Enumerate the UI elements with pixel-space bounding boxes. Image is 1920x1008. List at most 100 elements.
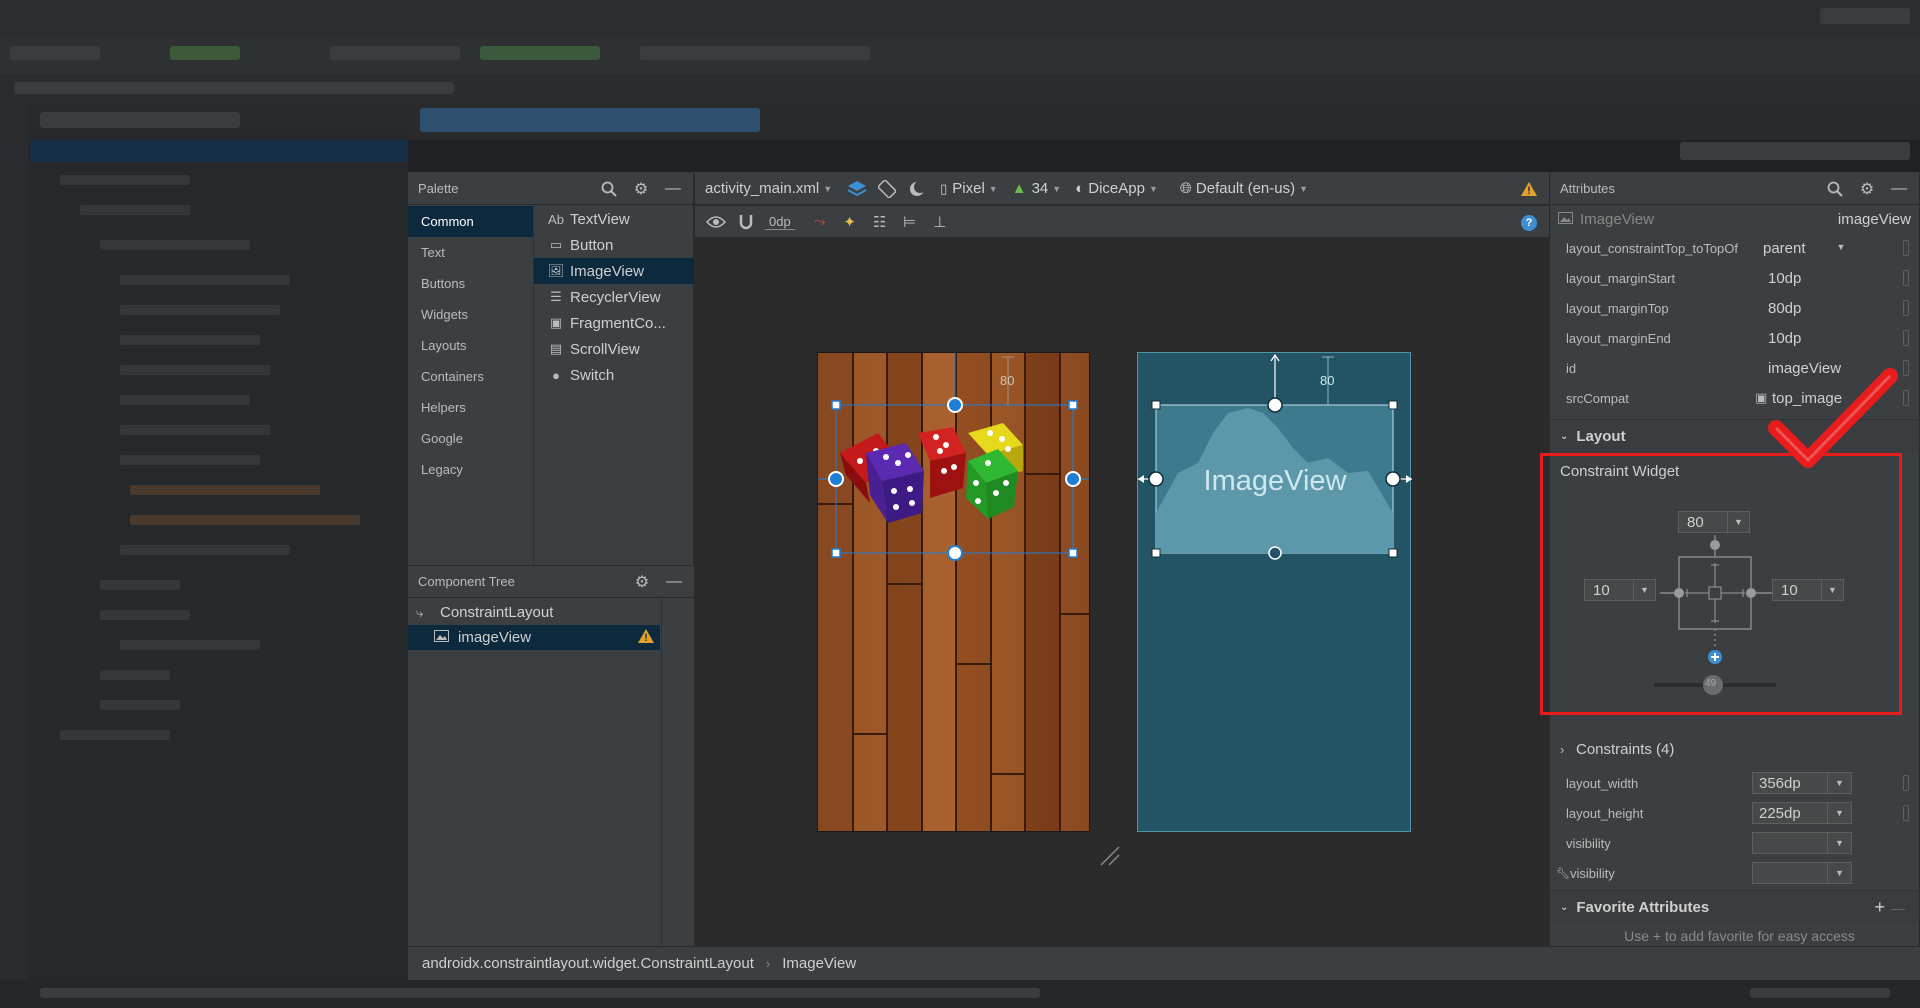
toolbar-blur-1 xyxy=(10,46,100,60)
magnet-icon[interactable] xyxy=(735,211,757,233)
project-tree[interactable] xyxy=(0,130,408,980)
attribute-dropdown[interactable]: ▼ xyxy=(1752,832,1852,854)
constraints-section-header[interactable]: › Constraints (4) xyxy=(1550,734,1919,764)
reference-slot[interactable] xyxy=(1903,270,1909,286)
tree-line xyxy=(100,670,170,680)
breadcrumb-leaf[interactable]: ImageView xyxy=(782,955,856,972)
palette-category-common[interactable]: Common xyxy=(408,206,533,237)
palette-widget-textview[interactable]: Ab TextView xyxy=(534,206,694,232)
attribute-row[interactable]: 🔧︎ visibility ▼ xyxy=(1550,858,1919,888)
attribute-value[interactable]: 80dp xyxy=(1768,300,1801,317)
layers-icon[interactable] xyxy=(846,178,868,200)
orientation-icon[interactable] xyxy=(876,178,898,200)
minimize-icon[interactable]: — xyxy=(1889,179,1909,199)
night-mode-icon[interactable] xyxy=(906,178,928,200)
resize-handle-icon[interactable] xyxy=(1099,845,1121,870)
reference-slot[interactable] xyxy=(1903,805,1909,821)
attribute-row[interactable]: layout_width 356dp ▼ xyxy=(1550,768,1919,798)
widget-icon: ▤ xyxy=(549,341,563,356)
attribute-row[interactable]: layout_height 225dp ▼ xyxy=(1550,798,1919,828)
api-dropdown[interactable]: ▲ 34 ▼ xyxy=(1012,180,1061,197)
toolbar-blur-2 xyxy=(170,46,240,60)
reference-slot[interactable] xyxy=(1903,360,1909,376)
default-margin-field[interactable]: 0dp xyxy=(765,214,795,230)
toolbar-blur-3 xyxy=(330,46,460,60)
palette-widget-recyclerview[interactable]: ☰ RecyclerView xyxy=(534,284,694,310)
palette-category-buttons[interactable]: Buttons xyxy=(408,268,533,299)
file-dropdown[interactable]: activity_main.xml ▼ xyxy=(705,180,832,197)
favorites-section-title: Favorite Attributes xyxy=(1576,899,1710,916)
attribute-dropdown[interactable]: parent ▼ xyxy=(1757,237,1853,259)
tree-item-constraintlayout[interactable]: ⤷ ConstraintLayout xyxy=(408,600,694,625)
attribute-row[interactable]: layout_constraintTop_toTopOf parent ▼ xyxy=(1550,233,1919,263)
palette-category-helpers[interactable]: Helpers xyxy=(408,392,533,423)
device-dropdown[interactable]: ▯ Pixel ▼ xyxy=(940,180,998,197)
component-id: imageView xyxy=(1837,210,1911,228)
phone-icon: ▯ xyxy=(940,180,948,196)
attribute-row[interactable]: layout_marginStart 10dp xyxy=(1550,263,1919,293)
gear-icon[interactable]: ⚙ xyxy=(632,572,652,592)
warning-icon[interactable] xyxy=(1521,182,1537,200)
theme-dropdown[interactable]: ◐ DiceApp ▼ xyxy=(1075,180,1158,197)
align-icon[interactable]: ⊨ xyxy=(899,211,921,233)
palette-widgets: Ab TextView ▭ Button 🖼 ImageView ☰ RecyclerView… xyxy=(533,206,694,565)
palette-category-google[interactable]: Google xyxy=(408,423,533,454)
image-icon: ▣ xyxy=(1755,390,1768,405)
image-icon xyxy=(434,629,452,646)
chevron-down-icon: ⌄ xyxy=(1560,431,1569,442)
eye-icon[interactable] xyxy=(705,211,727,233)
favorites-section-header[interactable]: ⌄ Favorite Attributes + — xyxy=(1550,890,1919,924)
attribute-dropdown[interactable]: ▼ xyxy=(1752,862,1852,884)
breadcrumb-path[interactable]: androidx.constraintlayout.widget.Constra… xyxy=(422,955,754,972)
api-level: 34 xyxy=(1031,180,1049,197)
attribute-dropdown[interactable]: 356dp ▼ xyxy=(1752,772,1852,794)
guidelines-icon[interactable]: ☷ xyxy=(869,211,891,233)
attribute-value[interactable]: 10dp xyxy=(1768,330,1801,347)
remove-icon[interactable]: — xyxy=(1891,900,1905,916)
palette-category-legacy[interactable]: Legacy xyxy=(408,454,533,485)
add-icon[interactable]: + xyxy=(1874,897,1885,918)
search-icon[interactable] xyxy=(599,179,619,199)
clear-constraints-icon[interactable]: ⤳ xyxy=(809,211,831,233)
tree-line xyxy=(120,395,250,405)
gear-icon[interactable]: ⚙ xyxy=(631,179,651,199)
reference-slot[interactable] xyxy=(1903,390,1909,406)
help-icon[interactable]: ? xyxy=(1521,215,1537,231)
reference-slot[interactable] xyxy=(1903,330,1909,346)
design-preview-screen[interactable]: 80 xyxy=(817,352,1090,832)
attribute-key: layout_width xyxy=(1566,775,1639,791)
palette-category-text[interactable]: Text xyxy=(408,237,533,268)
baseline-icon[interactable]: ⊥ xyxy=(929,211,951,233)
globe-icon: 🌐︎ xyxy=(1179,180,1192,197)
selection-overlay[interactable] xyxy=(818,353,1090,832)
attribute-dropdown[interactable]: 225dp ▼ xyxy=(1752,802,1852,824)
gear-icon[interactable]: ⚙ xyxy=(1857,179,1877,199)
warning-icon[interactable] xyxy=(638,628,654,647)
search-icon[interactable] xyxy=(1825,179,1845,199)
palette-category-containers[interactable]: Containers xyxy=(408,361,533,392)
attribute-row[interactable]: layout_marginEnd 10dp xyxy=(1550,323,1919,353)
palette-widget-fragmentco[interactable]: ▣ FragmentCo... xyxy=(534,310,694,336)
design-canvas[interactable]: 80 ImageView 80 xyxy=(695,239,1549,947)
infer-constraints-icon[interactable]: ✦ xyxy=(839,211,861,233)
reference-slot[interactable] xyxy=(1903,240,1909,256)
blueprint-screen[interactable]: ImageView 80 xyxy=(1137,352,1412,832)
palette-widget-scrollview[interactable]: ▤ ScrollView xyxy=(534,336,694,362)
tree-line xyxy=(130,515,360,525)
palette-category-layouts[interactable]: Layouts xyxy=(408,330,533,361)
minimize-icon[interactable]: — xyxy=(664,572,684,592)
palette-widget-switch[interactable]: ● Switch xyxy=(534,362,694,388)
attribute-row[interactable]: layout_marginTop 80dp xyxy=(1550,293,1919,323)
palette-category-widgets[interactable]: Widgets xyxy=(408,299,533,330)
image-icon xyxy=(1558,211,1573,227)
locale-dropdown[interactable]: 🌐︎ Default (en-us) ▼ xyxy=(1180,180,1308,197)
tree-item-imageview[interactable]: imageView xyxy=(408,625,660,650)
attribute-value[interactable]: 10dp xyxy=(1768,270,1801,287)
minimize-icon[interactable]: — xyxy=(663,179,683,199)
palette-widget-button[interactable]: ▭ Button xyxy=(534,232,694,258)
reference-slot[interactable] xyxy=(1903,300,1909,316)
top-right-blur xyxy=(1820,8,1910,24)
attribute-row[interactable]: visibility ▼ xyxy=(1550,828,1919,858)
palette-widget-imageview[interactable]: 🖼 ImageView xyxy=(534,258,694,284)
reference-slot[interactable] xyxy=(1903,775,1909,791)
